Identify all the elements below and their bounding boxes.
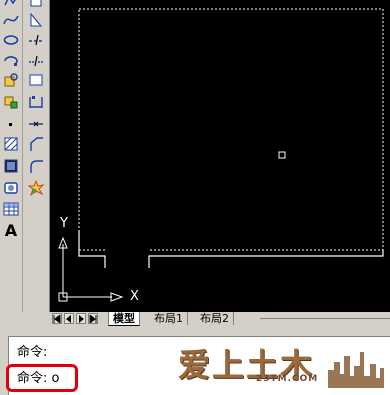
tab-layout2[interactable]: 布局2 (196, 312, 234, 325)
break-icon[interactable] (27, 51, 45, 69)
ucs-y-label: Y (60, 216, 68, 231)
ellipse-arc-icon[interactable] (2, 51, 20, 69)
next-tab-button[interactable] (76, 313, 86, 324)
gradient-icon[interactable] (2, 157, 20, 175)
chamfer-icon[interactable] (27, 115, 45, 133)
region-icon[interactable] (2, 179, 20, 197)
spline-icon[interactable] (2, 11, 20, 29)
draw-toolbar: A (0, 0, 23, 312)
text-tool-label: A (4, 221, 18, 240)
tab-layout1[interactable]: 布局1 (150, 312, 188, 325)
fillet-icon[interactable] (27, 135, 45, 153)
extend-icon[interactable] (27, 11, 45, 29)
drawing-edge-right (148, 250, 384, 268)
layout-tab-bar: 模型 布局1 布局2 (50, 312, 390, 326)
site-watermark: 爱上土木 23TM.COM (178, 340, 386, 392)
join-icon[interactable] (27, 93, 45, 111)
prev-tab-button[interactable] (64, 313, 74, 324)
last-tab-button[interactable] (88, 313, 98, 324)
hatch-icon[interactable] (2, 135, 20, 153)
command-history-line: 命令: (17, 345, 48, 360)
cursor-pickbox (278, 151, 286, 159)
ellipse-icon[interactable] (2, 31, 20, 49)
make-block-icon[interactable] (2, 93, 20, 111)
ucs-icon (58, 236, 124, 302)
tab-bar-divider (260, 318, 390, 319)
point-icon[interactable] (2, 115, 20, 133)
drawing-limits-border (78, 8, 384, 251)
tab-model[interactable]: 模型 (108, 312, 140, 326)
table-icon[interactable] (2, 200, 20, 218)
insert-block-icon[interactable] (2, 71, 20, 89)
command-highlight-annotation (6, 364, 78, 392)
drawing-edge-left (78, 230, 106, 268)
fillet-round-icon[interactable] (27, 157, 45, 175)
break-at-point-icon[interactable] (27, 71, 45, 89)
watermark-url: 23TM.COM (256, 374, 319, 384)
explode-icon[interactable] (27, 179, 45, 197)
polyline-icon[interactable] (2, 0, 20, 10)
multiline-text-icon[interactable]: A (2, 222, 20, 240)
trim-icon[interactable] (27, 31, 45, 49)
modify-toolbar (23, 0, 50, 312)
stretch-icon[interactable] (27, 0, 45, 10)
first-tab-button[interactable] (52, 313, 62, 324)
skyline-logo-icon (328, 352, 384, 388)
ucs-x-label: X (130, 289, 139, 304)
drawing-canvas[interactable]: Y X (50, 0, 390, 312)
